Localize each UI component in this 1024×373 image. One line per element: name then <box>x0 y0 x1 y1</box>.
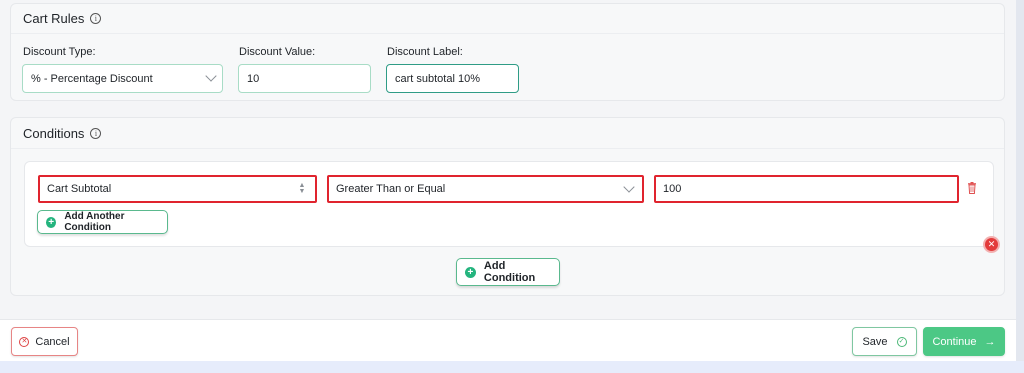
plus-circle-icon: + <box>465 266 476 278</box>
continue-label: Continue <box>932 335 977 348</box>
discount-type-select[interactable]: % - Percentage Discount <box>22 64 223 93</box>
save-button[interactable]: Save ✓ <box>852 327 917 356</box>
app-window: Cart Rules i Discount Type: % - Percenta… <box>0 0 1016 361</box>
condition-field-value: Cart Subtotal <box>47 183 112 195</box>
remove-circle-icon[interactable]: ✕ <box>985 238 998 251</box>
condition-operator-value: Greater Than or Equal <box>336 183 446 195</box>
conditions-title: Conditions <box>23 125 85 141</box>
save-label: Save <box>862 335 888 348</box>
x-circle-icon: ✕ <box>19 336 30 347</box>
chevron-down-icon <box>205 70 217 82</box>
arrow-right-icon: → <box>984 335 996 348</box>
discount-value-input[interactable]: 10 <box>238 64 371 93</box>
discount-type-label: Discount Type: <box>23 46 96 58</box>
info-icon[interactable]: i <box>90 13 102 24</box>
add-condition-button[interactable]: + Add Condition <box>456 258 560 286</box>
condition-field-select[interactable]: Cart Subtotal ▲ ▼ <box>38 175 317 203</box>
trash-icon[interactable] <box>967 182 977 194</box>
add-condition-label: Add Condition <box>483 260 536 284</box>
cart-rules-title: Cart Rules <box>23 11 85 26</box>
cancel-label: Cancel <box>35 335 70 348</box>
discount-label-text: cart subtotal 10% <box>395 72 480 85</box>
bottom-edge-strip <box>0 361 1024 373</box>
condition-value-text: 100 <box>663 183 682 195</box>
right-edge-strip <box>1016 0 1024 361</box>
discount-label-input[interactable]: cart subtotal 10% <box>386 64 519 93</box>
add-another-condition-button[interactable]: + Add Another Condition <box>37 210 168 234</box>
discount-label-label: Discount Label: <box>387 46 463 58</box>
discount-value-text: 10 <box>247 72 260 85</box>
add-another-condition-label: Add Another Condition <box>64 211 125 233</box>
footer-bar: ✕ Cancel Save ✓ Continue → <box>0 319 1016 361</box>
updown-icon: ▲ ▼ <box>298 182 306 195</box>
cart-rules-header: Cart Rules i <box>11 4 1004 34</box>
conditions-header: Conditions i <box>11 118 1004 149</box>
plus-circle-icon: + <box>46 216 57 228</box>
cancel-button[interactable]: ✕ Cancel <box>11 327 78 356</box>
info-icon[interactable]: i <box>90 127 102 139</box>
condition-group <box>24 161 994 247</box>
condition-value-input[interactable]: 100 <box>654 175 959 203</box>
check-circle-icon: ✓ <box>896 336 907 347</box>
continue-button[interactable]: Continue → <box>923 327 1005 356</box>
discount-type-value: % - Percentage Discount <box>31 72 153 85</box>
condition-operator-select[interactable]: Greater Than or Equal <box>327 175 644 203</box>
chevron-down-icon <box>623 181 635 193</box>
discount-value-label: Discount Value: <box>239 46 316 58</box>
